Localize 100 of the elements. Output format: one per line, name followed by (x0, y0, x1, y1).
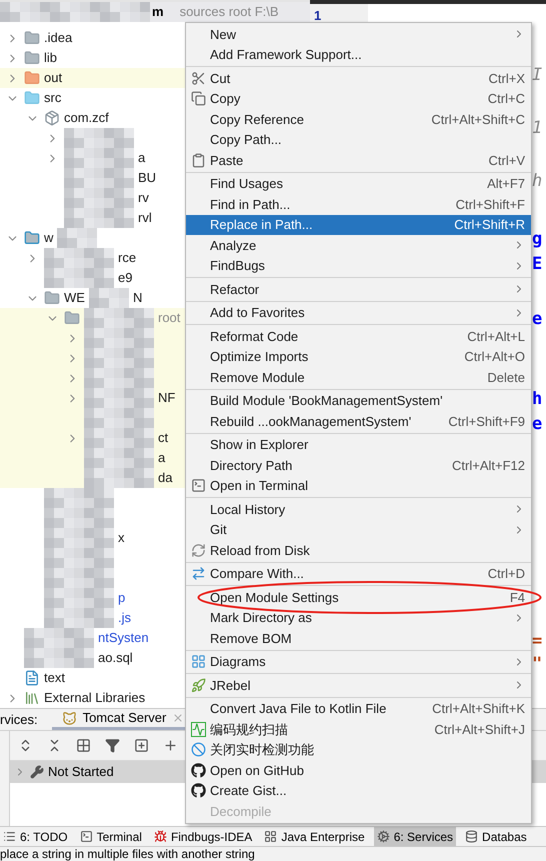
menu-item[interactable]: JRebel (186, 675, 531, 696)
panel-title: rvices: (0, 710, 39, 729)
shortcut-label: Ctrl+Shift+F9 (448, 412, 525, 430)
menu-item[interactable]: Rebuild ...ookManagementSystem' Ctrl+Shift+F9 (186, 411, 531, 432)
tree-row[interactable]: rv (0, 188, 185, 208)
tool-window-button[interactable]: Terminal (76, 827, 145, 846)
menu-item[interactable]: Add Framework Support... (186, 44, 531, 65)
reload-icon (190, 542, 206, 558)
add-service-icon[interactable] (134, 738, 149, 753)
tree-row[interactable]: w (0, 228, 185, 248)
tree-row[interactable]: e9 (0, 268, 185, 288)
menu-item[interactable]: Find in Path... Ctrl+Shift+F (186, 194, 531, 214)
tool-window-button[interactable]: Findbugs-IDEA (150, 827, 256, 846)
menu-item[interactable]: Local History (186, 499, 531, 520)
tree-row[interactable]: text (0, 668, 185, 688)
menu-item[interactable]: Remove BOM (186, 628, 531, 648)
tree-row[interactable]: External Libraries (0, 688, 185, 708)
menu-item[interactable]: Create Gist... (186, 780, 531, 801)
menu-item[interactable]: Add to Favorites (186, 302, 531, 323)
tool-window-button[interactable]: 6: TODO (0, 827, 71, 846)
file-icon (24, 670, 40, 686)
add-icon[interactable] (163, 738, 178, 753)
gear-icon (376, 830, 390, 843)
tree-label: rv (138, 189, 149, 208)
shortcut-label: Ctrl+Alt+Shift+K (432, 700, 525, 718)
menu-item[interactable]: New (186, 24, 531, 44)
tree-label: e9 (118, 269, 132, 288)
project-root-row[interactable]: m sources root F:\B (0, 2, 310, 22)
menu-item[interactable]: Analyze (186, 235, 531, 256)
shortcut-label: Ctrl+Alt+Shift+C (431, 110, 525, 128)
menu-item[interactable]: Open in Terminal (186, 476, 531, 496)
code-text: h (532, 388, 542, 411)
tree-row[interactable]: BU (0, 168, 185, 188)
menu-item[interactable]: Mark Directory as (186, 608, 531, 628)
menu-item[interactable]: Paste Ctrl+V (186, 150, 531, 170)
folder-icon (44, 290, 60, 306)
tree-label: .idea (44, 29, 72, 48)
tree-row[interactable]: NF (0, 388, 185, 408)
filter-icon[interactable] (105, 738, 120, 753)
tree-row[interactable]: com.zcf (0, 108, 185, 128)
menu-item[interactable]: Copy Path... (186, 130, 531, 150)
folder-icon (64, 310, 80, 326)
tree-row[interactable]: a (0, 148, 185, 168)
menu-item[interactable]: Find Usages Alt+F7 (186, 174, 531, 194)
terminal-icon (190, 478, 206, 494)
tree-row[interactable]: src (0, 88, 185, 108)
tool-window-button[interactable]: Databas (462, 827, 530, 846)
code-text: E (532, 253, 542, 276)
database-icon (465, 830, 478, 843)
shortcut-label: Ctrl+Alt+F12 (452, 456, 525, 474)
tree-row[interactable]: x (0, 528, 185, 548)
shortcut-label: Ctrl+X (488, 70, 525, 88)
tool-window-button[interactable]: 6: Services (374, 827, 456, 846)
shortcut-label: Delete (487, 368, 525, 386)
shortcut-label: Ctrl+Alt+O (464, 348, 525, 366)
tree-row[interactable]: .js (0, 608, 185, 628)
menu-item[interactable]: Copy Reference Ctrl+Alt+Shift+C (186, 109, 531, 130)
tree-label: out (44, 69, 62, 88)
code-text: I (532, 64, 542, 87)
menu-item[interactable]: Compare With... Ctrl+D (186, 564, 531, 584)
menu-item[interactable]: Replace in Path... Ctrl+Shift+R (186, 214, 531, 235)
menu-item[interactable]: Reformat Code Ctrl+Alt+L (186, 326, 531, 346)
tree-row[interactable]: da (0, 468, 185, 488)
tree-row[interactable]: .idea (0, 28, 185, 48)
tree-row[interactable]: ao.sql (0, 648, 185, 668)
close-icon[interactable] (172, 712, 184, 724)
code-text: e (532, 413, 542, 436)
line-number: 1 (314, 8, 322, 23)
tree-row[interactable]: rvl (0, 208, 185, 228)
menu-item[interactable]: Cut Ctrl+X (186, 68, 531, 88)
tree-row[interactable]: a (0, 448, 185, 468)
menu-item[interactable]: Diagrams (186, 652, 531, 672)
menu-item[interactable]: Open Module Settings F4 (186, 587, 531, 608)
tree-label: rce (118, 249, 136, 268)
code-text: 1 (532, 117, 542, 140)
menu-item[interactable]: Build Module 'BookManagementSystem' (186, 390, 531, 411)
tree-label: a (158, 449, 166, 468)
tree-label: ct (158, 429, 168, 448)
tree-row[interactable]: ntSysten (0, 628, 185, 648)
menu-item[interactable]: Open on GitHub (186, 760, 531, 780)
tree-row[interactable]: lib (0, 48, 185, 68)
tree-row[interactable]: ct (0, 428, 185, 448)
tree-row[interactable]: out (0, 68, 185, 88)
code-text: e (532, 308, 542, 331)
folder-icon (24, 90, 40, 106)
tree-row[interactable]: rce (0, 248, 185, 268)
menu-item[interactable]: Reload from Disk (186, 540, 531, 560)
menu-item[interactable]: Copy Ctrl+C (186, 88, 531, 109)
tree-row[interactable]: WE N (0, 288, 185, 308)
shortcut-label: Ctrl+Shift+F (456, 196, 525, 214)
menu-item[interactable]: Remove Module Delete (186, 367, 531, 388)
menu-item[interactable]: Refactor (186, 279, 531, 300)
group-icon[interactable] (76, 738, 91, 753)
menu-item[interactable]: Show in Explorer (186, 434, 531, 455)
menu-item[interactable]: Directory Path Ctrl+Alt+F12 (186, 455, 531, 476)
tree-row[interactable]: p (0, 588, 185, 608)
menu-item[interactable]: FindBugs (186, 256, 531, 276)
tool-window-button[interactable]: Java Enterprise (261, 827, 368, 846)
menu-item[interactable]: Optimize Imports Ctrl+Alt+O (186, 346, 531, 367)
menu-item[interactable]: Git (186, 520, 531, 540)
